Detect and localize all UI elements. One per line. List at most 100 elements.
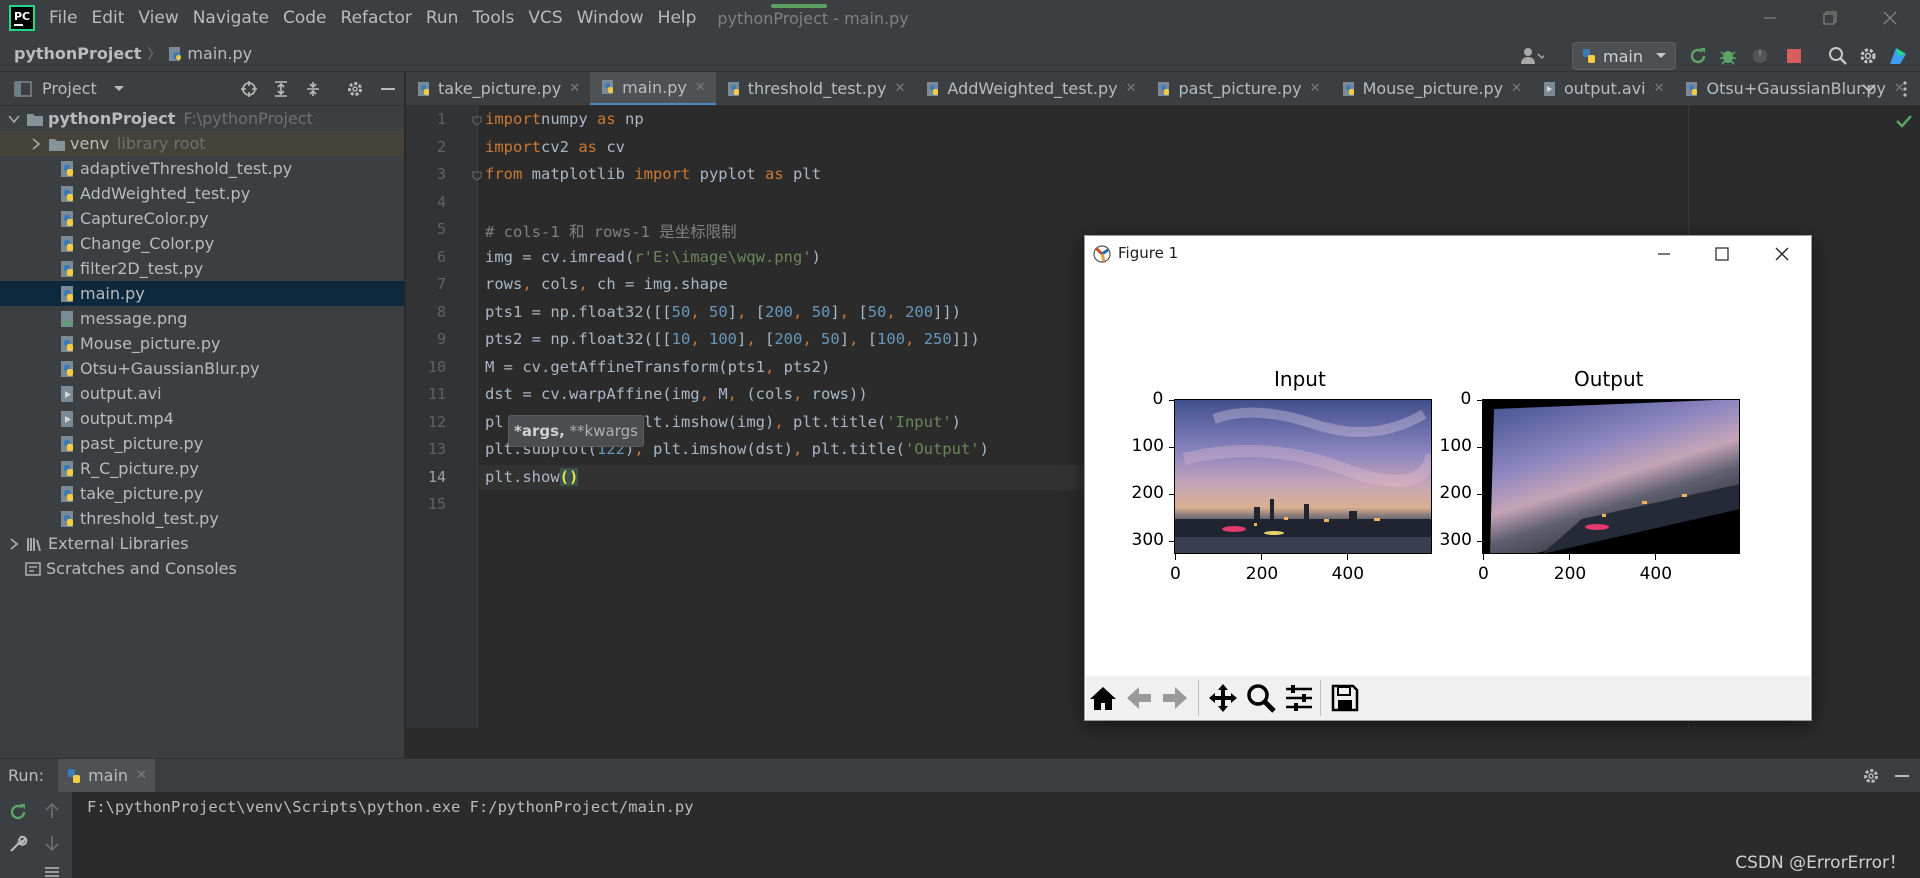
tabs-overflow-chevron-icon[interactable] [1862,84,1876,94]
code-token: , [746,330,756,348]
tree-item-r-c-picture-py[interactable]: R_C_picture.py [0,456,404,481]
tree-item-addweighted-test-py[interactable]: AddWeighted_test.py [0,181,404,206]
x-tick-mark [1483,554,1484,560]
y-tick-mark [1477,494,1483,496]
up-arrow-icon[interactable] [44,802,60,820]
menu-item-tools[interactable]: Tools [465,0,521,36]
tab-take-picture-py[interactable]: take_picture.py ✕ [406,72,590,105]
pan-button[interactable] [1206,681,1240,715]
close-tab-icon[interactable]: ✕ [695,80,706,95]
chevron-right-icon[interactable] [8,537,20,550]
tree-item-threshold-test-py[interactable]: threshold_test.py [0,506,404,531]
save-figure-button[interactable] [1328,681,1362,715]
fold-marker-icon[interactable] [472,171,482,181]
close-tab-icon[interactable]: ✕ [136,768,147,783]
run-tab-main[interactable]: main ✕ [58,758,155,793]
home-button[interactable] [1086,681,1120,715]
expand-all-icon[interactable] [272,80,290,98]
menu-item-navigate[interactable]: Navigate [186,0,276,36]
close-tab-icon[interactable]: ✕ [569,81,580,96]
tree-item-change-color-py[interactable]: Change_Color.py [0,231,404,256]
jetbrains-toolbox-button[interactable] [1886,44,1910,68]
tree-item-main-py[interactable]: main.py [0,281,404,306]
tab-main-py[interactable]: main.py ✕ [590,72,716,105]
menu-item-code[interactable]: Code [276,0,334,36]
chevron-right-icon[interactable] [30,137,42,150]
tree-root[interactable]: pythonProject F:\pythonProject [0,106,404,131]
stop-icon [1787,49,1801,63]
minimize-icon[interactable] [1656,246,1672,262]
gear-icon[interactable] [1862,767,1880,785]
menu-item-edit[interactable]: Edit [84,0,131,36]
hide-icon[interactable] [1894,767,1910,785]
tab-otsu-gaussianblur-py[interactable]: Otsu+GaussianBlur.py ✕ [1674,72,1914,105]
soft-wrap-icon[interactable] [44,866,60,878]
close-window-button[interactable] [1860,0,1920,36]
hide-icon[interactable] [380,80,396,98]
code-token: pts1 = np.float32([[ [485,302,672,321]
fold-marker-icon[interactable] [472,116,482,126]
rerun-icon[interactable] [8,802,28,822]
tree-item-take-picture-py[interactable]: take_picture.py [0,481,404,506]
chevron-down-icon[interactable] [113,85,125,93]
rerun-button[interactable] [1686,44,1710,68]
wrench-icon[interactable] [8,834,28,854]
down-arrow-icon[interactable] [44,834,60,852]
close-tab-icon[interactable]: ✕ [1310,81,1321,96]
chevron-down-icon[interactable] [8,113,20,125]
tab-threshold-test-py[interactable]: threshold_test.py ✕ [716,72,916,105]
maximize-icon[interactable] [1714,246,1730,262]
tree-item-output-mp4[interactable]: output.mp4 [0,406,404,431]
menu-item-vcs[interactable]: VCS [521,0,569,36]
minimize-button[interactable] [1740,0,1800,36]
run-configuration-select[interactable]: main [1572,42,1676,70]
tree-item-mouse-picture-py[interactable]: Mouse_picture.py [0,331,404,356]
tree-item-venv[interactable]: venv library root [0,131,404,156]
forward-button[interactable] [1158,681,1192,715]
tree-item-past-picture-py[interactable]: past_picture.py [0,431,404,456]
close-tab-icon[interactable]: ✕ [1511,81,1522,96]
tab-mouse-picture-py[interactable]: Mouse_picture.py ✕ [1331,72,1532,105]
file-name: output.avi [80,384,162,403]
collapse-all-icon[interactable] [304,80,322,98]
configure-subplots-button[interactable] [1282,681,1316,715]
stop-button[interactable] [1782,44,1806,68]
gear-icon[interactable] [346,80,364,98]
menu-item-help[interactable]: Help [651,0,704,36]
debug-button[interactable] [1716,44,1740,68]
menu-item-view[interactable]: View [131,0,185,36]
tree-external-libraries[interactable]: External Libraries [0,531,404,556]
breadcrumb-file[interactable]: main.py [187,44,252,63]
close-icon[interactable] [1774,246,1790,262]
tab-output-avi[interactable]: output.avi ✕ [1532,72,1674,105]
project-panel-title[interactable]: Project [42,79,97,98]
tree-item-message-png[interactable]: message.png [0,306,404,331]
code-token: numpy [541,110,597,128]
tree-item-filter2d-test-py[interactable]: filter2D_test.py [0,256,404,281]
settings-button[interactable] [1856,44,1880,68]
tab-addweighted-test-py[interactable]: AddWeighted_test.py ✕ [915,72,1146,105]
more-options-icon[interactable] [1902,80,1908,98]
search-everywhere-button[interactable] [1826,44,1850,68]
tree-scratches[interactable]: Scratches and Consoles [0,556,404,581]
tree-item-capturecolor-py[interactable]: CaptureColor.py [0,206,404,231]
close-tab-icon[interactable]: ✕ [895,81,906,96]
zoom-button[interactable] [1244,681,1278,715]
line-number: 12 [427,412,446,431]
locate-icon[interactable] [240,80,258,98]
tree-item-adaptivethreshold-test-py[interactable]: adaptiveThreshold_test.py [0,156,404,181]
tree-item-otsu-gaussianblur-py[interactable]: Otsu+GaussianBlur.py [0,356,404,381]
user-button[interactable] [1520,44,1544,68]
tree-item-output-avi[interactable]: output.avi [0,381,404,406]
breadcrumb-project[interactable]: pythonProject [14,44,141,63]
menu-item-run[interactable]: Run [419,0,466,36]
close-tab-icon[interactable]: ✕ [1654,81,1665,96]
back-button[interactable] [1122,681,1156,715]
menu-item-window[interactable]: Window [570,0,651,36]
restore-button[interactable] [1800,0,1860,36]
close-tab-icon[interactable]: ✕ [1126,81,1137,96]
menu-item-file[interactable]: File [42,0,84,36]
menu-item-refactor[interactable]: Refactor [334,0,419,36]
profile-button[interactable] [1748,44,1772,68]
tab-past-picture-py[interactable]: past_picture.py ✕ [1146,72,1330,105]
